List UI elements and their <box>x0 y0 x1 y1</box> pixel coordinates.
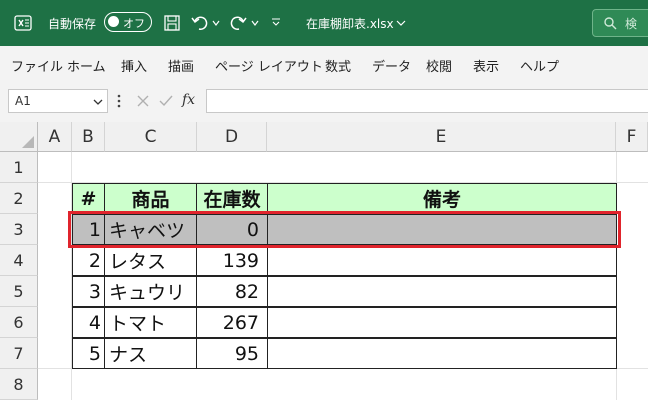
row-header-8[interactable]: 8 <box>0 369 38 400</box>
worksheet-grid[interactable]: A B C D E F 1 2 3 4 5 6 7 8 # 商品 在庫数 備考 … <box>0 122 648 400</box>
name-box[interactable]: A1 <box>8 89 108 113</box>
column-header-b[interactable]: B <box>72 122 105 152</box>
column-header-a[interactable]: A <box>38 122 72 152</box>
table-cell[interactable]: 4 <box>72 307 105 338</box>
tab-draw[interactable]: 描画 <box>168 56 194 75</box>
table-cell[interactable]: 95 <box>196 338 268 369</box>
table-cell[interactable]: 267 <box>196 307 268 338</box>
redo-icon[interactable] <box>228 13 248 33</box>
tab-page-layout[interactable]: ページ レイアウト <box>215 56 323 75</box>
insert-function-button[interactable]: fx <box>182 92 195 108</box>
file-name[interactable]: 在庫棚卸表.xlsx <box>306 15 394 32</box>
table-cell[interactable]: 3 <box>72 276 105 307</box>
column-header-d[interactable]: D <box>197 122 267 152</box>
table-cell[interactable] <box>267 307 617 338</box>
row-header-7[interactable]: 7 <box>0 338 38 369</box>
customize-toolbar-icon[interactable] <box>271 17 281 27</box>
table-header-cell[interactable]: 備考 <box>267 183 617 214</box>
table-cell[interactable]: 2 <box>72 245 105 276</box>
select-all-triangle-icon <box>22 136 34 148</box>
row-header-5[interactable]: 5 <box>0 276 38 307</box>
more-options-icon[interactable] <box>117 94 121 108</box>
save-icon[interactable] <box>163 14 181 32</box>
tab-home[interactable]: ホーム <box>67 56 106 75</box>
excel-logo-icon <box>14 15 32 31</box>
column-header-f[interactable]: F <box>616 122 648 152</box>
formula-input[interactable] <box>206 89 648 113</box>
filename-chevron-down-icon[interactable] <box>396 19 406 27</box>
table-cell[interactable]: トマト <box>104 307 197 338</box>
table-cell[interactable]: キュウリ <box>104 276 197 307</box>
formula-bar: A1 fx <box>0 82 648 122</box>
table-header-cell[interactable]: # <box>72 183 105 214</box>
table-cell[interactable] <box>267 338 617 369</box>
enter-check-icon[interactable] <box>158 94 174 108</box>
redo-dropdown-icon[interactable] <box>251 19 259 27</box>
table-cell[interactable]: 5 <box>72 338 105 369</box>
search-box[interactable]: 検 <box>592 9 648 37</box>
ribbon-tabs: ファイル ホーム 挿入 描画 ページ レイアウト 数式 データ 校閲 表示 ヘル… <box>0 46 648 82</box>
tab-review[interactable]: 校閲 <box>426 56 452 75</box>
table-cell[interactable]: 82 <box>196 276 268 307</box>
tab-help[interactable]: ヘルプ <box>520 56 559 75</box>
table-cell[interactable]: レタス <box>104 245 197 276</box>
row-header-1[interactable]: 1 <box>0 152 38 183</box>
search-icon <box>604 17 617 30</box>
table-cell[interactable]: ナス <box>104 338 197 369</box>
table-cell[interactable] <box>267 276 617 307</box>
row-header-4[interactable]: 4 <box>0 245 38 276</box>
tab-insert[interactable]: 挿入 <box>121 56 147 75</box>
search-label: 検 <box>625 17 638 31</box>
column-header-c[interactable]: C <box>105 122 197 152</box>
autosave-state: オフ <box>123 17 145 30</box>
name-box-value: A1 <box>15 94 31 108</box>
table-cell[interactable]: 139 <box>196 245 268 276</box>
row-header-6[interactable]: 6 <box>0 307 38 338</box>
name-box-chevron-down-icon[interactable] <box>93 98 103 106</box>
tab-view[interactable]: 表示 <box>473 56 499 75</box>
row-highlight-box <box>68 211 621 248</box>
undo-icon[interactable] <box>190 13 210 33</box>
cancel-icon[interactable] <box>136 94 150 108</box>
formula-controls: fx <box>130 89 202 113</box>
table-header-cell[interactable]: 在庫数 <box>196 183 268 214</box>
autosave-toggle[interactable]: オフ <box>104 12 152 32</box>
title-bar: 自動保存 オフ 在庫棚卸表.xlsx 検 <box>0 0 648 46</box>
undo-dropdown-icon[interactable] <box>212 19 220 27</box>
tab-data[interactable]: データ <box>372 56 411 75</box>
table-header-cell[interactable]: 商品 <box>104 183 197 214</box>
table-cell[interactable] <box>267 245 617 276</box>
autosave-label: 自動保存 <box>48 17 97 31</box>
column-header-e[interactable]: E <box>267 122 616 152</box>
tab-formulas[interactable]: 数式 <box>325 56 351 75</box>
toggle-knob <box>108 16 119 27</box>
tab-file[interactable]: ファイル <box>11 56 63 75</box>
select-all-corner[interactable] <box>0 122 38 152</box>
row-header-3[interactable]: 3 <box>0 214 38 245</box>
row-header-2[interactable]: 2 <box>0 183 38 214</box>
